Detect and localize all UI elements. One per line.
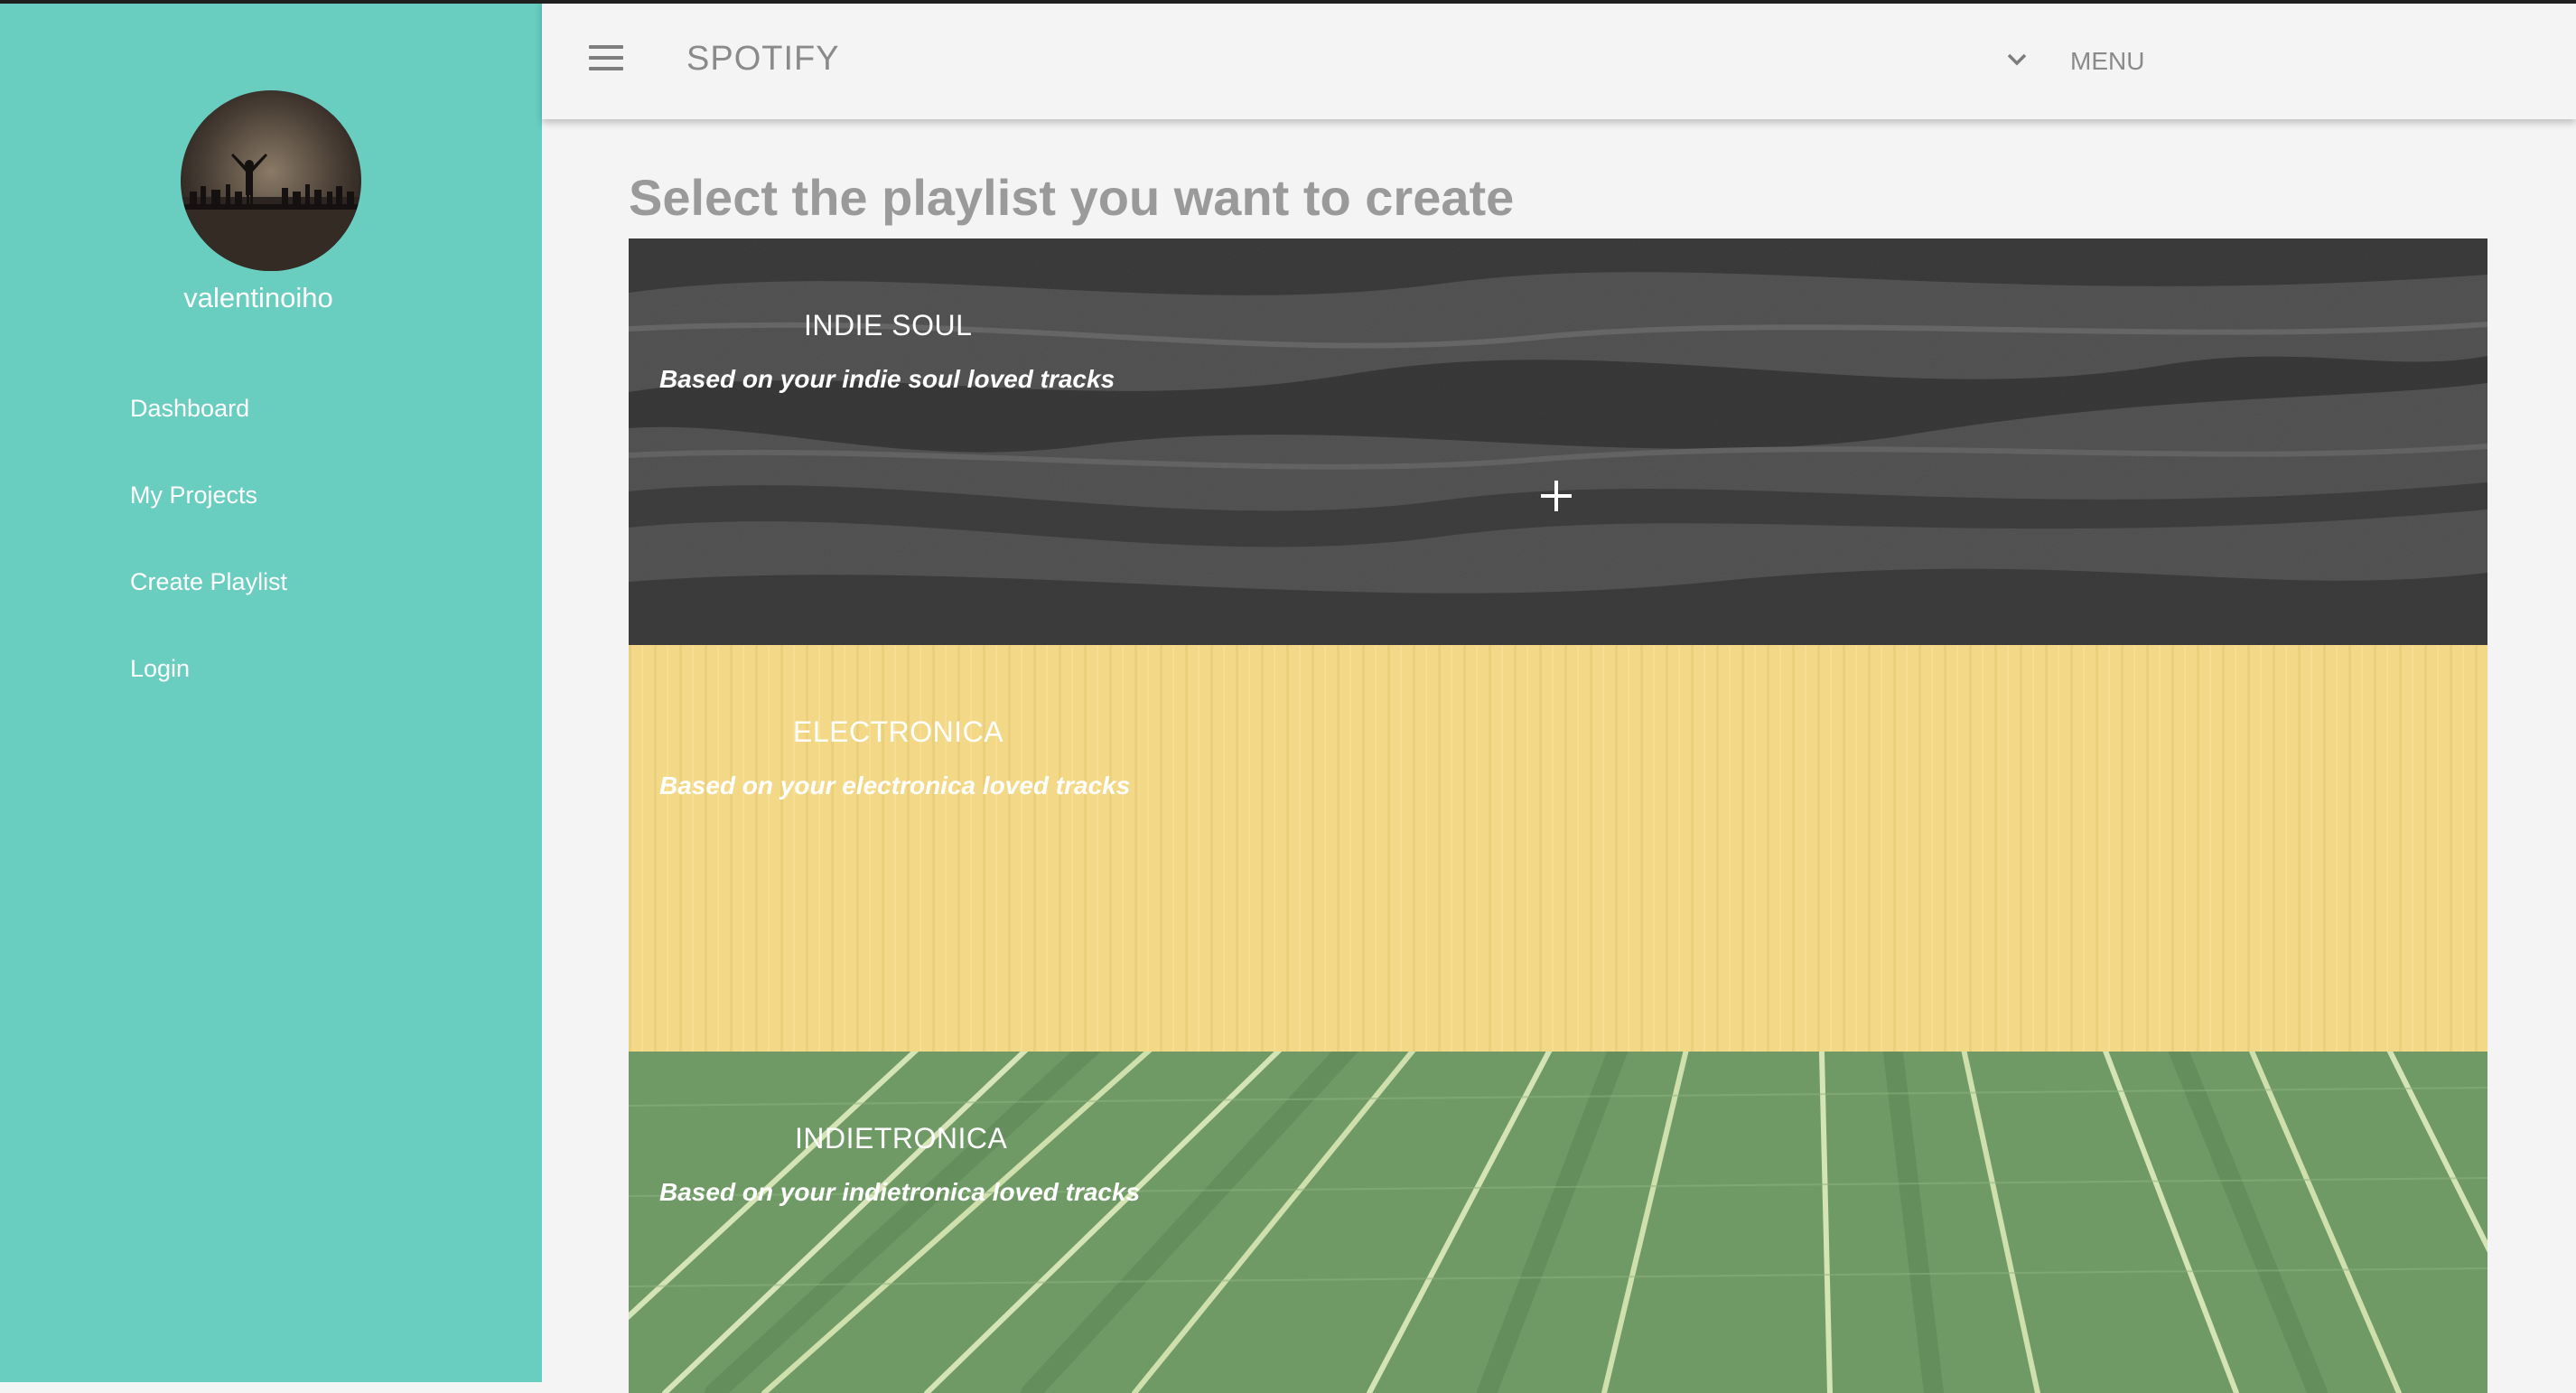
playlist-title: INDIETRONICA: [795, 1122, 1008, 1155]
card-background-green-palm-leaf: [629, 1052, 2487, 1393]
playlist-description: Based on your indie soul loved tracks: [659, 365, 1115, 393]
card-background-dark-sand: [629, 238, 2487, 645]
avatar-image: [181, 90, 361, 271]
playlist-title: INDIE SOUL: [804, 309, 973, 341]
top-app-bar: SPOTIFY MENU: [542, 0, 2576, 119]
window-top-border: [0, 0, 2576, 4]
sidebar-item-login[interactable]: Login: [130, 649, 287, 735]
playlist-title: ELECTRONICA: [793, 715, 1004, 748]
sidebar-item-create-playlist[interactable]: Create Playlist: [130, 562, 287, 649]
playlist-card-indie-soul[interactable]: INDIE SOUL Based on your indie soul love…: [629, 238, 2487, 645]
sidebar-item-my-projects[interactable]: My Projects: [130, 475, 287, 562]
username: valentinoiho: [183, 282, 333, 313]
page-title: Select the playlist you want to create: [629, 169, 1515, 226]
hamburger-menu-icon[interactable]: [589, 45, 625, 76]
plus-icon[interactable]: [1541, 481, 1572, 511]
playlist-description: Based on your electronica loved tracks: [659, 771, 1131, 799]
app-brand: SPOTIFY: [686, 40, 840, 78]
menu-button[interactable]: MENU: [2070, 47, 2144, 76]
playlist-card-indietronica[interactable]: INDIETRONICA Based on your indietronica …: [629, 1052, 2487, 1393]
card-background-yellow-corrugated: [629, 645, 2487, 1052]
sidebar: valentinoiho Dashboard My Projects Creat…: [0, 0, 542, 1382]
sidebar-nav: Dashboard My Projects Create Playlist Lo…: [130, 388, 287, 735]
playlist-description: Based on your indietronica loved tracks: [659, 1178, 1141, 1206]
sidebar-item-dashboard[interactable]: Dashboard: [130, 388, 287, 475]
playlist-list: INDIE SOUL Based on your indie soul love…: [629, 238, 2487, 1393]
playlist-card-electronica[interactable]: ELECTRONICA Based on your electronica lo…: [629, 645, 2487, 1052]
avatar[interactable]: [181, 90, 361, 271]
chevron-down-icon[interactable]: [2003, 49, 2030, 70]
